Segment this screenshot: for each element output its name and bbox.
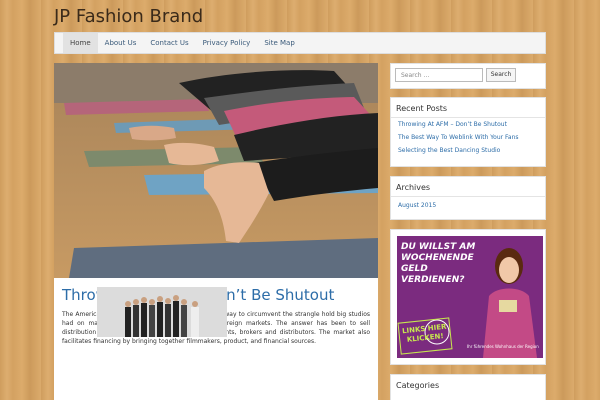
recent-post-link[interactable]: Selecting the Best Dancing Studio [391,144,545,157]
nav-item-privacy-policy[interactable]: Privacy Policy [196,33,258,53]
main-navigation: Home About Us Contact Us Privacy Policy … [54,32,546,54]
advertisement-banner[interactable]: DU WILLST AM WOCHENENDE GELD VERDIENEN? … [397,236,543,358]
nav-item-contact-us[interactable]: Contact Us [143,33,195,53]
ad-logo: Ihr führendes Wohnhaus der Region [467,344,539,349]
yoga-class-photo [54,63,378,278]
post-featured-image[interactable] [54,63,378,278]
recent-post-link[interactable]: Throwing At AFM – Don’t Be Shutout [391,118,545,131]
archives-widget: Archives August 2015 [390,176,546,220]
categories-heading: Categories [396,381,440,390]
search-input[interactable]: Search … [395,68,483,82]
group-photo [97,287,227,337]
ad-headline: DU WILLST AM WOCHENENDE GELD VERDIENEN? [401,242,476,285]
categories-widget: Categories [390,374,546,400]
ad-cta[interactable]: LINKS HIER KLICKEN! [397,317,453,355]
nav-item-home[interactable]: Home [63,33,98,53]
recent-posts-heading: Recent Posts [391,98,545,118]
main-content: Throwing At AFM – Don’t Be Shutout The A… [54,63,378,400]
search-widget: Search … Search [390,63,546,89]
recent-post-link[interactable]: The Best Way To Weblink With Your Fans [391,131,545,144]
site-title[interactable]: JP Fashion Brand [54,6,203,27]
search-button[interactable]: Search [486,68,516,82]
archives-heading: Archives [391,177,545,197]
recent-posts-widget: Recent Posts Throwing At AFM – Don’t Be … [390,97,546,167]
nav-item-site-map[interactable]: Site Map [257,33,301,53]
nav-item-about-us[interactable]: About Us [98,33,144,53]
ad-widget: DU WILLST AM WOCHENENDE GELD VERDIENEN? … [390,229,546,365]
archive-link[interactable]: August 2015 [391,197,545,212]
post-inline-image [97,287,227,337]
